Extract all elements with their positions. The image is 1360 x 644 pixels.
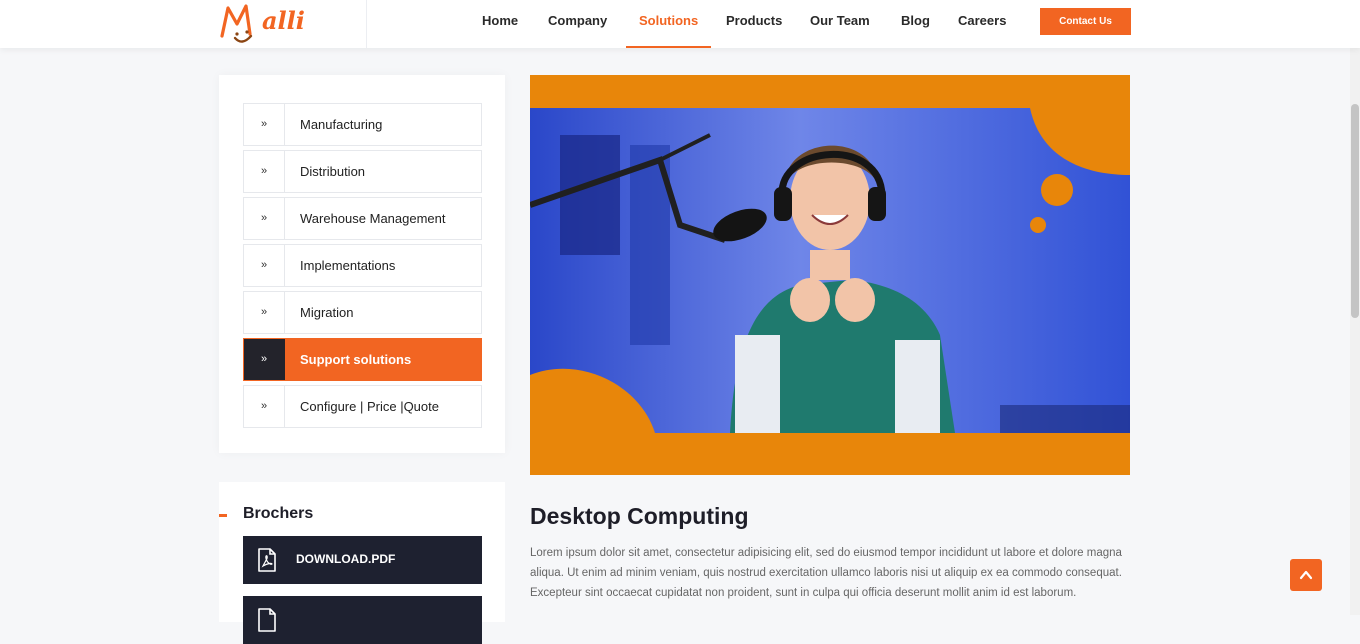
sidebar-item-label: Warehouse Management	[300, 211, 446, 226]
download-pdf-button[interactable]: DOWNLOAD.PDF	[243, 536, 482, 584]
sidebar-item-warehouse-management[interactable]: » Warehouse Management	[243, 197, 482, 240]
download-pdf-label: DOWNLOAD.PDF	[296, 552, 396, 566]
site-header: alli Home Company Solutions Products Our…	[0, 0, 1360, 48]
sidebar-item-migration[interactable]: » Migration	[243, 291, 482, 334]
double-chevron-right-icon: »	[244, 151, 285, 192]
logo-text: alli	[262, 6, 305, 35]
brochures-title: Brochers	[243, 505, 314, 522]
nav-our-team[interactable]: Our Team	[810, 0, 870, 48]
page-description: Lorem ipsum dolor sit amet, consectetur …	[530, 547, 1122, 599]
back-to-top-button[interactable]	[1290, 559, 1322, 591]
double-chevron-right-icon: »	[244, 292, 285, 333]
double-chevron-right-icon: »	[244, 339, 285, 380]
nav-company[interactable]: Company	[548, 0, 607, 48]
solutions-sidebar: » Manufacturing » Distribution » Warehou…	[219, 75, 505, 453]
nav-blog[interactable]: Blog	[901, 0, 930, 48]
brand-logo[interactable]: alli	[218, 0, 328, 46]
sidebar-item-label: Distribution	[300, 164, 366, 179]
sidebar-item-implementations[interactable]: » Implementations	[243, 244, 482, 287]
file-icon	[258, 608, 276, 632]
sidebar-item-distribution[interactable]: » Distribution	[243, 150, 482, 193]
sidebar-item-label: Support solutions	[300, 352, 412, 367]
hero-image	[530, 75, 1130, 475]
section-marker	[219, 514, 227, 517]
contact-us-button[interactable]: Contact Us	[1040, 8, 1131, 35]
page-scrollbar[interactable]	[1350, 0, 1360, 615]
double-chevron-right-icon: »	[244, 245, 285, 286]
header-divider	[366, 0, 367, 48]
brochures-widget: Brochers DOWNLOAD.PDF	[219, 482, 505, 644]
sidebar-item-label: Configure | Price |Quote	[300, 399, 439, 414]
chevron-up-icon	[1299, 570, 1313, 580]
sidebar-item-label: Manufacturing	[300, 117, 383, 132]
sidebar-item-label: Migration	[300, 305, 354, 320]
nav-solutions[interactable]: Solutions	[625, 0, 712, 48]
page-title: Desktop Computing	[530, 503, 749, 529]
sidebar-item-support-solutions[interactable]: » Support solutions	[243, 338, 482, 381]
download-file-button[interactable]	[243, 596, 482, 644]
nav-home[interactable]: Home	[482, 0, 518, 48]
sidebar-item-manufacturing[interactable]: » Manufacturing	[243, 103, 482, 146]
double-chevron-right-icon: »	[244, 104, 285, 145]
double-chevron-right-icon: »	[244, 386, 285, 427]
sidebar-item-configure-price-quote[interactable]: » Configure | Price |Quote	[243, 385, 482, 428]
nav-products[interactable]: Products	[726, 0, 782, 48]
sidebar-item-label: Implementations	[300, 258, 396, 273]
scrollbar-thumb[interactable]	[1351, 104, 1359, 318]
nav-careers[interactable]: Careers	[958, 0, 1006, 48]
pdf-file-icon	[258, 548, 276, 572]
double-chevron-right-icon: »	[244, 198, 285, 239]
